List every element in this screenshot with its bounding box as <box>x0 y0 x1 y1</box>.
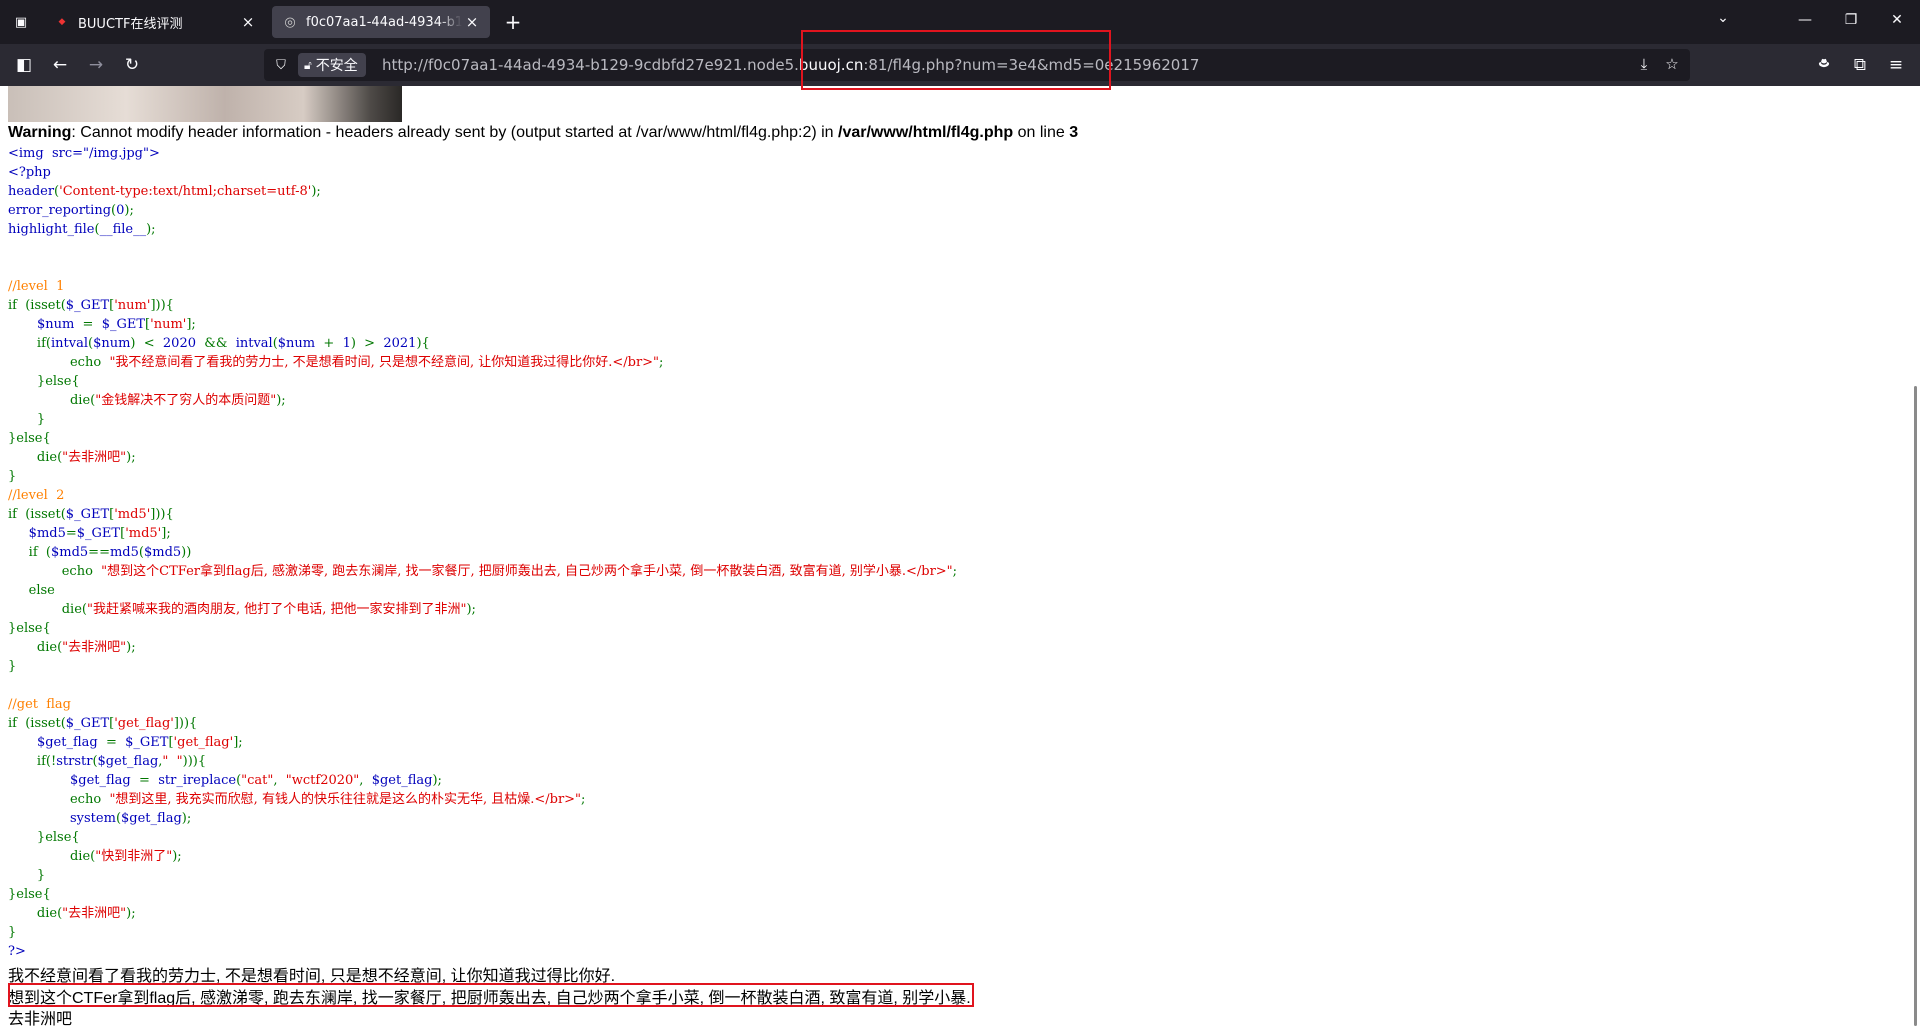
php-warning: Warning: Cannot modify header informatio… <box>8 124 1079 141</box>
page-image <box>8 86 402 122</box>
highlighted-source: <img src="/img.jpg"> <?php header('Content… <box>8 144 957 961</box>
source-line: die("金钱解决不了穷人的本质问题"); <box>8 393 286 408</box>
tab-list-icon[interactable]: ▣ <box>8 10 34 34</box>
source-line: die("我赶紧喊来我的酒肉朋友, 他打了个电话, 把他一家安排到了非洲"); <box>8 602 476 617</box>
extensions-icon[interactable]: ⧉ <box>1846 52 1874 78</box>
source-line: system($get_flag); <box>70 811 192 826</box>
source-line: die("去非洲吧"); <box>8 450 136 465</box>
page-content: Warning: Cannot modify header informatio… <box>0 86 1920 1032</box>
source-line: error_reporting(0); <box>8 203 134 218</box>
shield-icon[interactable]: ⛉ <box>272 56 290 74</box>
source-line: } <box>8 469 17 484</box>
minimize-icon[interactable]: — <box>1782 0 1828 40</box>
source-line: <?php <box>8 165 51 180</box>
source-line: echo "想到这个CTFer拿到flag后, 感激涕零, 跑去东澜岸, 找一家… <box>8 564 958 579</box>
save-page-icon[interactable]: ⤓ <box>1633 55 1655 73</box>
close-tab-icon[interactable]: × <box>462 13 482 31</box>
source-line: }else{ <box>8 830 80 845</box>
forward-icon[interactable]: → <box>82 52 110 78</box>
source-line: }else{ <box>8 374 80 389</box>
restore-icon[interactable]: ❐ <box>1828 0 1874 40</box>
source-line: <img src="/img.jpg"> <box>8 146 160 161</box>
scrollbar-thumb[interactable] <box>1914 386 1917 1026</box>
lock-icon: 🔓︎ <box>304 57 312 72</box>
source-line: } <box>8 412 46 427</box>
source-line: if(intval($num) < 2020 && intval($num + … <box>8 336 430 351</box>
source-line: else <box>8 583 55 598</box>
menu-icon[interactable]: ≡ <box>1882 52 1910 78</box>
bookmark-star-icon[interactable]: ☆ <box>1661 55 1683 73</box>
source-line <box>8 676 957 695</box>
output-line-3: 去非洲吧 <box>8 1011 73 1028</box>
scrollbar[interactable] <box>1910 86 1920 1032</box>
source-line: die("快到非洲了"); <box>8 849 182 864</box>
source-line: echo "想到这里, 我充实而欣慰, 有钱人的快乐往往就是这么的朴实无华, 且… <box>8 792 586 807</box>
reload-icon[interactable]: ↻ <box>118 52 146 78</box>
globe-icon: ◎ <box>284 14 296 30</box>
security-label: 不安全 <box>315 58 358 74</box>
annotation-box-output <box>8 983 974 1007</box>
source-line: }else{ <box>8 621 51 636</box>
source-line: } <box>8 659 17 674</box>
source-line: ?> <box>8 944 26 959</box>
close-window-icon[interactable]: ✕ <box>1874 0 1920 40</box>
close-tab-icon[interactable]: × <box>238 13 258 31</box>
source-line: $get_flag = str_ireplace("cat", "wctf202… <box>70 773 442 788</box>
tab-title: f0c07aa1-44ad-4934-b129-9 <box>306 14 462 30</box>
source-line: $md5=$_GET['md5']; <box>28 526 171 541</box>
source-line: }else{ <box>8 887 51 902</box>
extension-hat-icon[interactable]: 🎩︎ <box>1810 52 1838 78</box>
tab-active[interactable]: ◎ f0c07aa1-44ad-4934-b129-9 × <box>272 6 490 38</box>
source-line: //get flag <box>8 697 72 712</box>
source-line: if (isset($_GET['get_flag'])){ <box>8 716 198 731</box>
source-line: die("去非洲吧"); <box>8 906 136 921</box>
source-line: highlight_file(__file__); <box>8 222 156 237</box>
new-tab-button[interactable]: + <box>500 10 526 34</box>
source-line: } <box>8 925 17 940</box>
source-line: //level 2 <box>8 488 65 503</box>
sidebar-icon[interactable]: ◧ <box>10 52 38 78</box>
buuctf-logo-icon: ◆ <box>58 17 66 27</box>
source-line: if (isset($_GET['num'])){ <box>8 298 174 313</box>
chevron-down-icon[interactable]: ⌄ <box>1708 10 1738 26</box>
source-line: $get_flag = $_GET['get_flag']; <box>36 735 243 750</box>
annotation-box-url <box>801 30 1111 90</box>
source-line: if ($md5==md5($md5)) <box>8 545 192 560</box>
tab-title: BUUCTF在线评测 <box>78 16 183 32</box>
source-line <box>8 239 957 258</box>
source-line: }else{ <box>8 431 51 446</box>
source-line <box>8 258 957 277</box>
source-line: die("去非洲吧"); <box>8 640 136 655</box>
security-indicator[interactable]: 🔓︎ 不安全 <box>298 53 366 77</box>
source-line: } <box>8 868 46 883</box>
tab-buuctf[interactable]: ◆ BUUCTF在线评测 × <box>44 6 266 38</box>
source-line: if (isset($_GET['md5'])){ <box>8 507 174 522</box>
source-line: header('Content-type:text/html;charset=u… <box>8 184 321 199</box>
source-line: //level 1 <box>8 279 65 294</box>
back-icon[interactable]: ← <box>46 52 74 78</box>
source-line: echo "我不经意间看了看我的劳力士, 不是想看时间, 只是想不经意间, 让你… <box>8 355 664 370</box>
source-line: if(!strstr($get_flag," "))){ <box>8 754 207 769</box>
source-line: $num = $_GET['num']; <box>36 317 196 332</box>
